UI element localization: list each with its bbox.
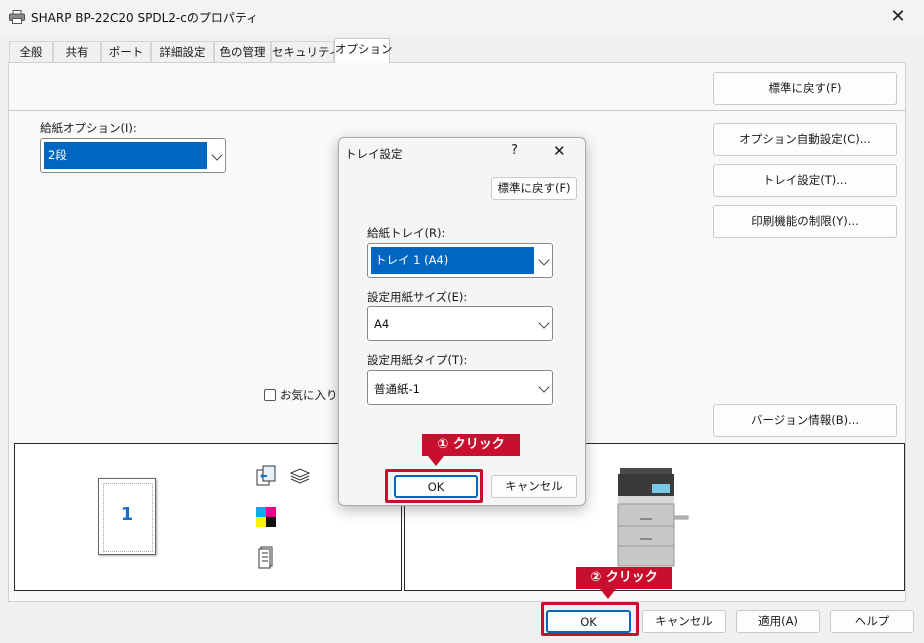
paper-feed-label: 給紙オプション(I): (40, 121, 137, 135)
divider (9, 110, 905, 111)
color-mode-icon (256, 507, 276, 527)
step1-callout-tail (428, 456, 444, 466)
step2-callout: ② クリック (576, 567, 672, 589)
tab-sharing[interactable]: 共有 (53, 41, 101, 62)
tab-color-management[interactable]: 色の管理 (214, 41, 271, 62)
window-title: SHARP BP-22C20 SPDL2-cのプロパティ (31, 11, 259, 25)
tab-options[interactable]: オプション (334, 38, 393, 63)
paper-feed-select[interactable]: 2段 (40, 138, 226, 173)
dialog-restore-default-button[interactable]: 標準に戻す(F) (491, 177, 577, 200)
paper-type-value: 普通紙-1 (374, 382, 420, 396)
paper-size-value: A4 (374, 317, 390, 331)
apply-button[interactable]: 適用(A) (736, 610, 820, 633)
chevron-down-icon (538, 317, 550, 329)
staple-icon (258, 546, 273, 569)
duplex-icon (256, 465, 276, 486)
dialog-title: トレイ設定 (345, 147, 403, 161)
printer-icon (9, 10, 25, 24)
tab-general[interactable]: 全般 (9, 41, 53, 62)
paper-feed-value: 2段 (44, 142, 207, 169)
tab-advanced[interactable]: 詳細設定 (151, 41, 214, 62)
paper-stack-icon (289, 468, 311, 484)
close-icon[interactable]: ✕ (878, 4, 918, 30)
dialog-close-icon[interactable]: ✕ (553, 142, 566, 160)
paper-type-label: 設定用紙タイプ(T): (367, 353, 468, 367)
page-number: 1 (120, 504, 134, 525)
feed-tray-label: 給紙トレイ(R): (367, 226, 446, 240)
step2-highlight (541, 602, 639, 636)
chevron-down-icon (211, 149, 223, 161)
step1-highlight (385, 469, 483, 503)
chevron-down-icon (538, 381, 550, 393)
auto-config-button[interactable]: オプション自動設定(C)... (713, 123, 897, 156)
paper-type-select[interactable]: 普通紙-1 (367, 370, 553, 405)
help-button[interactable]: ヘルプ (830, 610, 914, 633)
dialog-cancel-button[interactable]: キャンセル (491, 475, 577, 498)
paper-size-select[interactable]: A4 (367, 306, 553, 341)
cancel-button[interactable]: キャンセル (642, 610, 726, 633)
favorites-label: お気に入りE (280, 388, 338, 402)
step2-callout-tail (600, 589, 616, 599)
paper-size-label: 設定用紙サイズ(E): (367, 290, 468, 304)
favorites-checkbox[interactable] (264, 389, 276, 401)
tab-security[interactable]: セキュリティ (271, 41, 340, 62)
chevron-down-icon (538, 254, 550, 266)
feed-tray-value: トレイ 1 (A4) (371, 247, 534, 274)
help-icon[interactable]: ? (511, 143, 518, 158)
feed-tray-select[interactable]: トレイ 1 (A4) (367, 243, 553, 278)
printer-image (617, 468, 689, 567)
version-info-button[interactable]: バージョン情報(B)... (713, 404, 897, 437)
restore-default-button[interactable]: 標準に戻す(F) (713, 72, 897, 105)
tray-settings-button[interactable]: トレイ設定(T)... (713, 164, 897, 197)
step1-callout: ① クリック (422, 434, 520, 456)
restrict-print-button[interactable]: 印刷機能の制限(Y)... (713, 205, 897, 238)
tab-ports[interactable]: ポート (101, 41, 151, 62)
